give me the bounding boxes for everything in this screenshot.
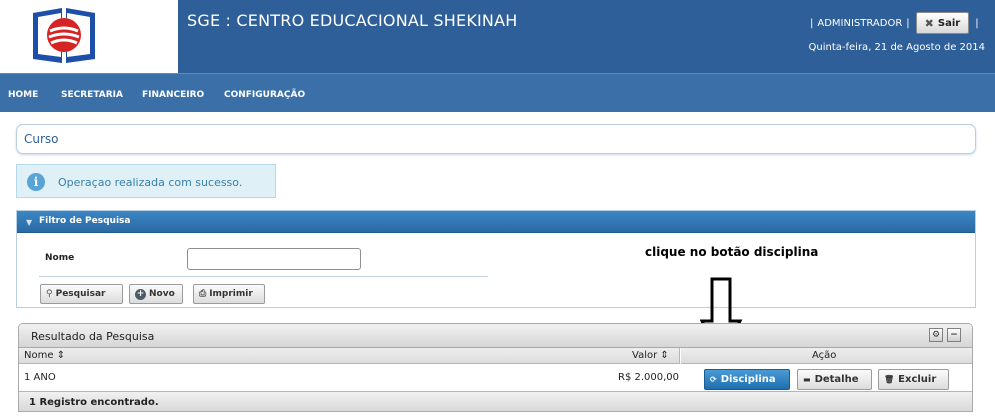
menu-item-financeiro[interactable]: FINANCEIRO xyxy=(142,90,204,100)
detalhe-label: Detalhe xyxy=(814,374,859,385)
success-message: i Operaçao realizada com sucesso. xyxy=(16,164,276,198)
search-button[interactable]: ⚲ Pesquisar xyxy=(40,284,123,304)
message-text: Operaçao realizada com sucesso. xyxy=(58,176,243,189)
excluir-label: Excluir xyxy=(898,374,937,385)
school-logo xyxy=(0,0,178,73)
column-header-valor[interactable]: Valor ⇕ xyxy=(632,350,669,361)
divider xyxy=(39,276,488,277)
sort-icon: ⇕ xyxy=(56,350,66,361)
print-button-label: Imprimir xyxy=(209,289,253,299)
close-icon: ✖ xyxy=(924,16,934,30)
separator: | xyxy=(906,17,910,29)
search-icon: ⚲ xyxy=(46,289,53,299)
refresh-icon: ⟳ xyxy=(710,375,717,384)
detalhe-button[interactable]: ▬ Detalhe xyxy=(797,369,872,390)
current-date: Quinta-feira, 21 de Agosto de 2014 xyxy=(808,42,985,53)
menu-item-home[interactable]: HOME xyxy=(8,90,38,100)
sort-icon: ⇕ xyxy=(660,350,669,361)
minimize-icon[interactable]: − xyxy=(947,328,961,342)
column-header-acao-label: Ação xyxy=(812,350,837,361)
search-button-label: Pesquisar xyxy=(55,289,106,299)
filter-header[interactable]: ▼ Filtro de Pesquisa xyxy=(17,211,975,233)
print-button[interactable]: ⎙ Imprimir xyxy=(193,284,265,304)
book-logo-icon xyxy=(33,8,95,63)
search-filter-panel: ▼ Filtro de Pesquisa Nome ⚲ Pesquisar + … xyxy=(16,210,976,308)
page-title-panel: Curso xyxy=(16,124,976,154)
app-title: SGE : CENTRO EDUCACIONAL SHEKINAH xyxy=(187,11,518,30)
folder-icon: ▬ xyxy=(803,375,811,384)
nome-label: Nome xyxy=(45,253,75,263)
column-header-acao: Ação xyxy=(681,348,972,364)
trash-icon: 🗑 xyxy=(884,375,895,384)
menu-item-secretaria[interactable]: SECRETARIA xyxy=(61,90,123,100)
table-row: 1 ANO R$ 2.000,00 ⟳ Disciplina ▬ Detalhe… xyxy=(19,365,972,391)
record-count: 1 Registro encontrado. xyxy=(29,397,159,408)
separator: | xyxy=(810,17,814,29)
settings-icon[interactable]: ⚙ xyxy=(929,328,943,342)
info-icon: i xyxy=(27,173,45,191)
page-title: Curso xyxy=(24,132,59,146)
username: ADMINISTRADOR xyxy=(817,17,903,29)
collapse-icon[interactable]: ▼ xyxy=(26,218,32,227)
nome-input[interactable] xyxy=(187,248,361,270)
app-header: SGE : CENTRO EDUCACIONAL SHEKINAH | ADMI… xyxy=(0,0,995,73)
column-header-nome[interactable]: Nome ⇕ xyxy=(24,350,65,361)
menu-item-configuracao[interactable]: CONFIGURAÇÃO xyxy=(224,90,305,100)
disciplina-label: Disciplina xyxy=(720,374,776,385)
results-footer: 1 Registro encontrado. xyxy=(19,391,972,411)
separator: | xyxy=(975,17,979,29)
excluir-button[interactable]: 🗑 Excluir xyxy=(878,369,949,390)
new-button-label: Novo xyxy=(149,289,175,299)
main-menu: HOME SECRETARIA FINANCEIRO CONFIGURAÇÃO xyxy=(0,73,995,112)
instruction-annotation: clique no botão disciplina xyxy=(645,245,819,259)
user-area: | ADMINISTRADOR | ✖ Sair | xyxy=(810,12,979,34)
plus-icon: + xyxy=(135,288,146,300)
results-header: Resultado da Pesquisa ⚙ − xyxy=(19,324,972,348)
logout-button[interactable]: ✖ Sair xyxy=(915,12,970,34)
disciplina-button[interactable]: ⟳ Disciplina xyxy=(704,369,790,390)
results-title: Resultado da Pesquisa xyxy=(31,330,155,343)
logout-label: Sair xyxy=(937,17,961,29)
printer-icon: ⎙ xyxy=(199,289,207,299)
row-valor: R$ 2.000,00 xyxy=(618,372,680,383)
row-nome: 1 ANO xyxy=(24,372,56,383)
column-header-nome-valor: Nome ⇕ Valor ⇕ xyxy=(19,348,680,364)
new-button[interactable]: + Novo xyxy=(129,284,183,304)
results-panel: Resultado da Pesquisa ⚙ − Nome ⇕ Valor ⇕… xyxy=(18,323,973,412)
filter-title: Filtro de Pesquisa xyxy=(39,216,131,226)
